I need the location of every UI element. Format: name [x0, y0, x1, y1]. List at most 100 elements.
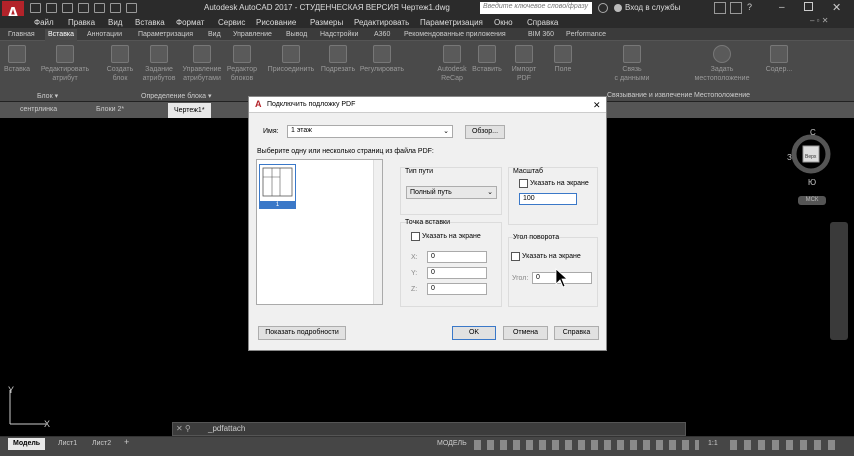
- browse-button[interactable]: Обзор...: [465, 125, 505, 139]
- minimize-icon[interactable]: –: [779, 2, 785, 13]
- redo-icon[interactable]: [126, 3, 137, 13]
- tab-parametric[interactable]: Параметризация: [138, 31, 193, 38]
- menu-insert[interactable]: Вставка: [135, 18, 165, 27]
- menu-tools[interactable]: Сервис: [218, 18, 245, 27]
- wcs-menu[interactable]: МСК: [798, 196, 826, 205]
- set-location-button[interactable]: Задать местоположение: [690, 45, 754, 83]
- tab-output[interactable]: Вывод: [286, 31, 307, 38]
- search-input[interactable]: Введите ключевое слово/фразу: [480, 2, 592, 14]
- menu-draw[interactable]: Рисование: [256, 18, 296, 27]
- menu-help[interactable]: Справка: [527, 18, 558, 27]
- ok-button[interactable]: OK: [452, 326, 496, 340]
- help-button[interactable]: Справка: [554, 326, 599, 340]
- print-icon[interactable]: [94, 3, 105, 13]
- new-icon[interactable]: [30, 3, 41, 13]
- insert-block-button[interactable]: Вставка: [3, 45, 31, 74]
- status-toggle-icons[interactable]: [474, 440, 699, 450]
- tab-addins[interactable]: Надстройки: [320, 31, 358, 38]
- scale-input[interactable]: 100: [519, 193, 577, 205]
- undo-icon[interactable]: [110, 3, 121, 13]
- rotation-on-screen-checkbox[interactable]: [511, 252, 520, 261]
- path-type-select[interactable]: Полный путь ⌄: [406, 186, 497, 199]
- y-input[interactable]: 0: [427, 267, 487, 279]
- help-icon[interactable]: ?: [747, 2, 752, 12]
- tab-bim360[interactable]: BIM 360: [528, 31, 554, 38]
- manage-attributes-button[interactable]: Управление атрибутами: [180, 45, 224, 83]
- attach-button[interactable]: Присоединить: [263, 45, 319, 74]
- create-block-button[interactable]: Создать блок: [104, 45, 136, 83]
- menu-modify[interactable]: Редактировать: [354, 18, 409, 27]
- viewcube-west[interactable]: З: [787, 153, 792, 162]
- exchange-icon[interactable]: [714, 2, 726, 14]
- add-layout-icon[interactable]: +: [124, 437, 129, 447]
- tab-featured-apps[interactable]: Рекомендованные приложения: [404, 31, 506, 38]
- tab-home[interactable]: Главная: [8, 31, 35, 38]
- tab-performance[interactable]: Performance: [566, 31, 606, 38]
- doc-tab-centerline[interactable]: сентрлинка: [14, 105, 63, 114]
- import-pdf-button[interactable]: Импорт PDF: [510, 45, 538, 83]
- page-list-scrollbar[interactable]: [373, 160, 382, 304]
- dialog-close-icon[interactable]: ✕: [593, 100, 601, 111]
- annotation-scale[interactable]: 1:1: [708, 440, 718, 447]
- tab-annotate[interactable]: Аннотации: [87, 31, 122, 38]
- paste-button[interactable]: Вставить: [470, 45, 504, 74]
- maximize-icon[interactable]: [804, 2, 813, 11]
- scale-on-screen-checkbox[interactable]: [519, 179, 528, 188]
- data-link-button[interactable]: Связь с данными: [612, 45, 652, 83]
- open-icon[interactable]: [46, 3, 57, 13]
- binoculars-icon[interactable]: [598, 3, 608, 13]
- menu-dimension[interactable]: Размеры: [310, 18, 343, 27]
- menu-file[interactable]: Файл: [34, 18, 54, 27]
- x-input[interactable]: 0: [427, 251, 487, 263]
- insert-on-screen-checkbox[interactable]: [411, 232, 420, 241]
- field-button[interactable]: Поле: [550, 45, 576, 74]
- adjust-button[interactable]: Регулировать: [356, 45, 408, 74]
- viewcube-north[interactable]: С: [810, 128, 816, 137]
- content-button[interactable]: Содер...: [764, 45, 794, 74]
- name-select[interactable]: 1 этаж ⌄: [287, 125, 453, 138]
- menu-format[interactable]: Формат: [176, 18, 204, 27]
- scale-label: Масштаб: [513, 168, 543, 175]
- tab-a360[interactable]: A360: [374, 31, 390, 38]
- tab-view[interactable]: Вид: [208, 31, 221, 38]
- command-text[interactable]: _pdfattach: [208, 424, 245, 433]
- menu-edit[interactable]: Правка: [68, 18, 95, 27]
- scale-on-screen-label: Указать на экране: [530, 180, 589, 187]
- command-close-icon[interactable]: ✕ ⚲: [176, 424, 191, 433]
- menu-window[interactable]: Окно: [494, 18, 513, 27]
- saveas-icon[interactable]: [78, 3, 89, 13]
- menu-window-controls[interactable]: – ▫ ✕: [810, 16, 828, 25]
- login-link[interactable]: Вход в службы: [625, 3, 680, 12]
- show-details-button[interactable]: Показать подробности: [258, 326, 346, 340]
- group-block-definition[interactable]: Определение блока ▾: [141, 92, 212, 100]
- doc-tab-blocks2[interactable]: Блоки 2*: [90, 105, 130, 114]
- viewcube-top[interactable]: Верх: [805, 154, 816, 160]
- layout-tab-sheet1[interactable]: Лист1: [58, 440, 77, 447]
- status-right-icons[interactable]: [730, 440, 842, 450]
- command-line[interactable]: [172, 422, 686, 436]
- layout-tab-sheet2[interactable]: Лист2: [92, 440, 111, 447]
- group-block[interactable]: Блок ▾: [37, 92, 58, 100]
- tab-insert[interactable]: Вставка: [45, 29, 78, 41]
- block-editor-icon: [233, 45, 251, 63]
- tab-manage[interactable]: Управление: [233, 31, 272, 38]
- a360-icon[interactable]: [730, 2, 742, 14]
- menu-view[interactable]: Вид: [108, 18, 122, 27]
- block-editor-button[interactable]: Редактор блоков: [224, 45, 260, 83]
- save-icon[interactable]: [62, 3, 73, 13]
- cancel-button[interactable]: Отмена: [503, 326, 548, 340]
- layout-tab-model[interactable]: Модель: [8, 438, 46, 450]
- edit-attribute-button[interactable]: Редактировать атрибут: [36, 45, 94, 83]
- define-attributes-button[interactable]: Задание атрибутов: [140, 45, 178, 83]
- navigation-bar[interactable]: [830, 222, 848, 340]
- recap-button[interactable]: Autodesk ReCap: [434, 45, 470, 83]
- menu-parametric[interactable]: Параметризация: [420, 18, 483, 27]
- close-icon[interactable]: ✕: [832, 1, 841, 14]
- globe-icon: [713, 45, 731, 63]
- clip-button[interactable]: Подрезать: [318, 45, 358, 74]
- doc-tab-drawing1[interactable]: Чертеж1*: [168, 103, 211, 118]
- z-input[interactable]: 0: [427, 283, 487, 295]
- group-location: Местоположение: [694, 92, 751, 99]
- model-space-toggle[interactable]: МОДЕЛЬ: [437, 440, 467, 447]
- viewcube-south[interactable]: Ю: [808, 178, 816, 187]
